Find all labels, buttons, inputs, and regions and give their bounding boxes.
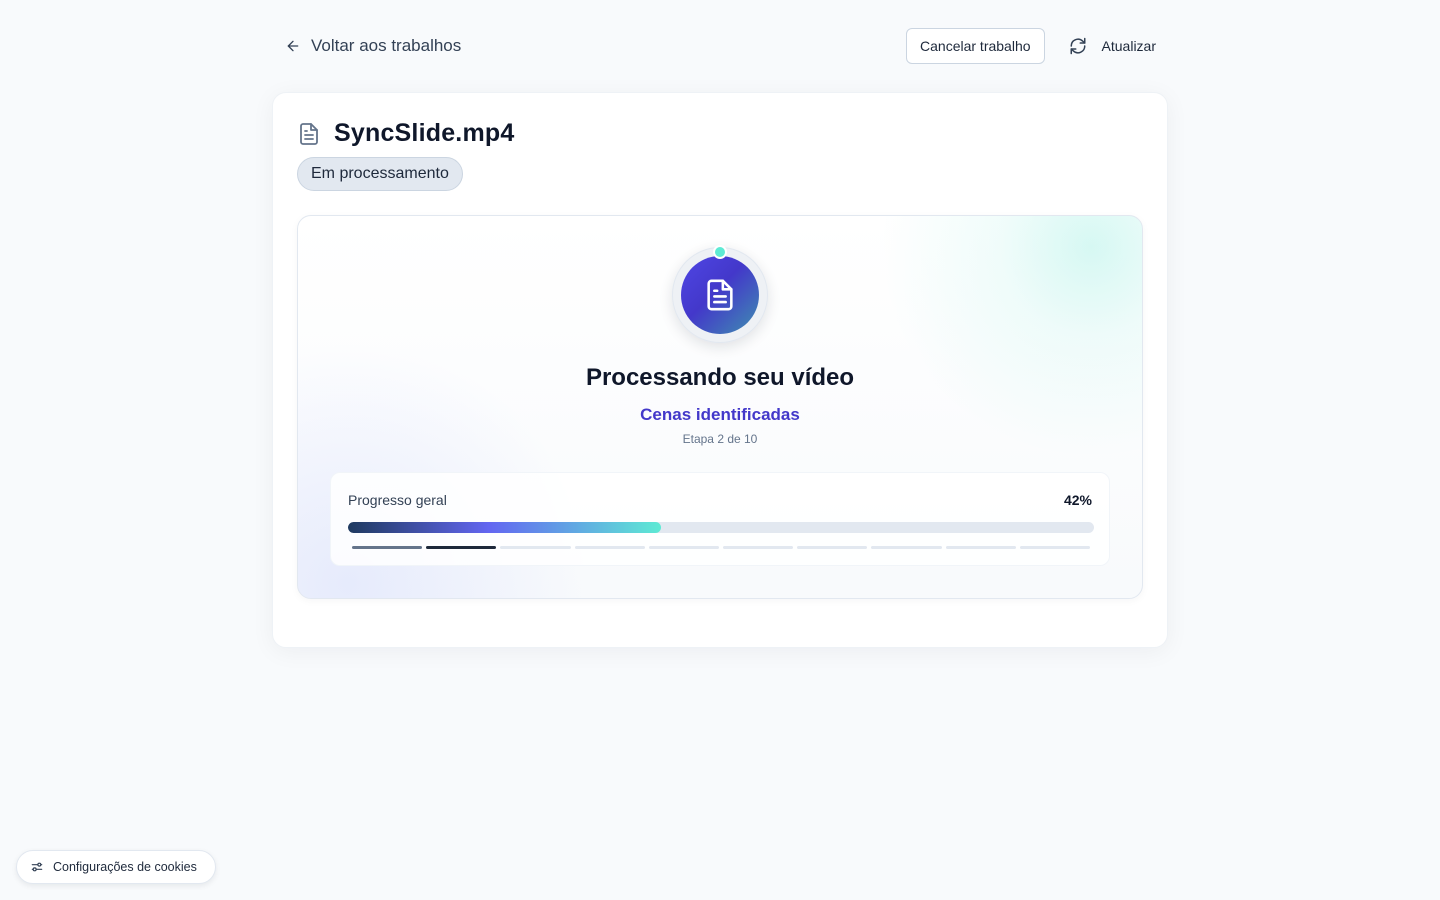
cookie-settings-button[interactable]: Configurações de cookies: [16, 850, 216, 884]
processing-title: Processando seu vídeo: [585, 364, 855, 391]
processing-indicator: [672, 247, 768, 343]
step-counter: Etapa 2 de 10: [682, 432, 758, 446]
top-bar: Voltar aos trabalhos Cancelar trabalho A…: [285, 28, 1160, 64]
step-segment: [426, 546, 497, 549]
step-segment: [723, 546, 794, 549]
back-to-jobs-link[interactable]: Voltar aos trabalhos: [285, 36, 461, 56]
top-actions: Cancelar trabalho Atualizar: [906, 28, 1160, 64]
cancel-job-button[interactable]: Cancelar trabalho: [906, 28, 1045, 64]
job-header: SyncSlide.mp4: [297, 119, 514, 148]
step-segment: [945, 546, 1016, 549]
back-link-label: Voltar aos trabalhos: [311, 36, 462, 55]
file-text-icon: [300, 122, 318, 145]
progress-bar: [348, 522, 1094, 533]
cookie-settings-label: Configurações de cookies: [53, 860, 197, 874]
step-segment: [797, 546, 868, 549]
overall-progress: Progresso geral 42%: [330, 472, 1110, 566]
processing-panel: Processando seu vídeo Cenas identificada…: [297, 215, 1143, 599]
step-segment: [871, 546, 942, 549]
progress-bar-fill: [348, 522, 662, 533]
step-segment: [648, 546, 720, 549]
current-step-label: Cenas identificadas: [640, 405, 800, 424]
step-segment: [352, 546, 423, 549]
refresh-button[interactable]: Atualizar: [1065, 37, 1160, 55]
file-name: SyncSlide.mp4: [334, 119, 515, 147]
step-segments: [352, 546, 1091, 549]
step-segment: [574, 546, 645, 549]
document-icon: [707, 279, 733, 311]
step-segment: [500, 546, 571, 549]
progress-label: Progresso geral: [348, 492, 447, 508]
progress-orbit-dot: [715, 247, 725, 257]
processing-icon-circle: [681, 256, 759, 334]
arrow-left-icon: [287, 40, 299, 52]
step-segment: [1019, 546, 1091, 549]
refresh-icon: [1070, 37, 1086, 55]
status-badge: Em processamento: [297, 157, 463, 191]
progress-percent: 42%: [1063, 492, 1092, 508]
job-card: SyncSlide.mp4 Em processamento Processan…: [272, 92, 1168, 648]
refresh-label: Atualizar: [1101, 38, 1156, 54]
sliders-icon: [31, 862, 43, 872]
